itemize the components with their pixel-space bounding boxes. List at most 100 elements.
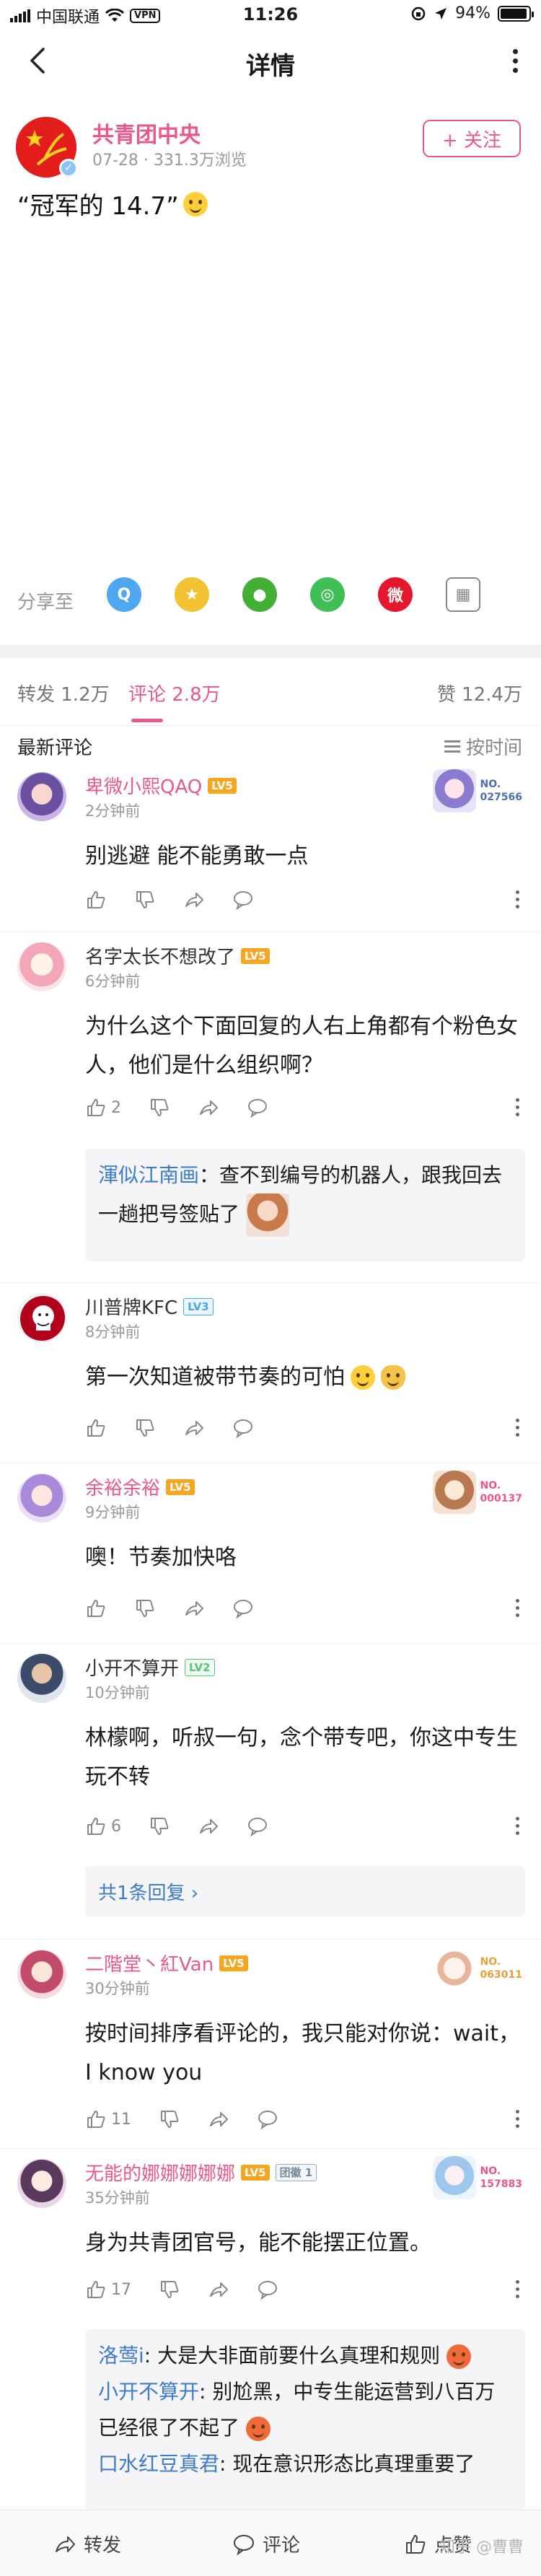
commenter-name: 余裕余裕: [85, 1478, 161, 1499]
moments-icon[interactable]: ◎: [310, 577, 345, 612]
post-author-name[interactable]: 共青团中央: [92, 117, 201, 149]
share-comment-button[interactable]: [183, 889, 205, 911]
follow-button[interactable]: + 关注: [423, 120, 521, 157]
like-button[interactable]: 17: [85, 2279, 131, 2300]
commenter-name-row[interactable]: 小开不算开 LV2: [85, 1654, 215, 1681]
share-comment-button[interactable]: [208, 2279, 229, 2300]
member-card-number: NO. 027566: [480, 779, 522, 803]
reply-author[interactable]: 口水红豆真君: [98, 2452, 219, 2476]
share-comment-button[interactable]: [198, 1815, 219, 1837]
reply-text: : 现在意识形态比真理重要了: [219, 2452, 475, 2476]
commenter-avatar[interactable]: [17, 2159, 66, 2208]
thumb-up-icon: [87, 1600, 105, 1617]
thumb-down-icon: [161, 2281, 179, 2298]
weibo-icon[interactable]: 微: [378, 577, 413, 612]
comment-text: 噢！节奏加快咯: [85, 1545, 237, 1570]
reply-button[interactable]: [247, 1097, 268, 1118]
location-icon: [435, 7, 447, 19]
level-badge: LV5: [241, 2164, 270, 2181]
comment-more-icon[interactable]: [516, 1599, 519, 1617]
reply-preview[interactable]: 洛莺i: 大是大非面前要什么真理和规则 小开不算开: 别尬黑，中专生能运营到八百…: [85, 2329, 525, 2510]
wechat-icon[interactable]: ●: [242, 577, 277, 612]
comment-more-icon[interactable]: [516, 890, 519, 908]
thumb-down-icon: [136, 1419, 154, 1437]
share-comment-button[interactable]: [183, 1417, 205, 1439]
like-button[interactable]: [85, 1417, 107, 1439]
commenter-avatar[interactable]: [17, 1654, 66, 1703]
reply-button[interactable]: [257, 2279, 278, 2300]
thumb-up-icon: [87, 891, 105, 908]
reply-button[interactable]: [257, 2108, 278, 2130]
reply-preview[interactable]: 渾似江南画：查不到编号的机器人，跟我回去一趟把号签贴了: [85, 1149, 525, 1261]
commenter-avatar[interactable]: [17, 1950, 66, 1999]
thumb-down-icon: [151, 1818, 169, 1835]
dislike-button[interactable]: [159, 2279, 180, 2300]
member-card[interactable]: NO. 063011: [433, 1945, 522, 1992]
member-card[interactable]: NO. 027566: [433, 768, 522, 814]
post-text-content: “冠军的 14.7”: [17, 192, 179, 221]
commenter-avatar[interactable]: [17, 942, 66, 991]
commenter-name-row[interactable]: 卑微小熙QAQ LV5: [85, 772, 237, 799]
comment-text: 林檬啊，听叔一句，念个带专吧，你这中专生玩不转: [85, 1725, 518, 1789]
dislike-button[interactable]: [159, 2108, 180, 2130]
qq-icon[interactable]: Q: [107, 577, 141, 612]
reply-author[interactable]: 洛莺i: [98, 2344, 144, 2367]
comment-button[interactable]: 评论: [232, 2531, 300, 2557]
commenter-name-row[interactable]: 余裕余裕 LV5: [85, 1473, 195, 1500]
level-badge: LV2: [185, 1658, 215, 1676]
reply-button[interactable]: [232, 1598, 254, 1619]
like-button[interactable]: [85, 1598, 107, 1619]
member-card[interactable]: NO. 000137: [433, 1469, 522, 1515]
comment-more-icon[interactable]: [516, 2280, 519, 2298]
comment-text: 别逃避 能不能勇敢一点: [85, 844, 309, 869]
commenter-name-row[interactable]: 名字太长不想改了 LV5: [85, 942, 270, 969]
thumb-up-icon: [406, 2534, 426, 2554]
image-share-icon[interactable]: ▦: [446, 577, 480, 612]
like-button[interactable]: 2: [85, 1097, 121, 1118]
commenter-avatar[interactable]: [17, 1473, 66, 1523]
tab-like[interactable]: 赞 12.4万: [437, 680, 522, 706]
share-comment-button[interactable]: [183, 1598, 205, 1619]
more-menu-icon[interactable]: [506, 45, 524, 76]
like-button[interactable]: 6: [85, 1815, 121, 1837]
reply-author[interactable]: 小开不算开: [98, 2380, 199, 2404]
dislike-button[interactable]: [134, 1598, 156, 1619]
like-button[interactable]: [85, 889, 107, 911]
nav-bar: 详情: [0, 35, 541, 87]
comment-bubble-icon: [234, 891, 252, 911]
commenter-name-row[interactable]: 二階堂丶紅Van LV5: [85, 1950, 248, 1976]
qzone-icon[interactable]: ★: [175, 577, 209, 612]
sort-by-time-button[interactable]: 按时间: [444, 733, 522, 760]
share-comment-button[interactable]: [208, 2108, 229, 2130]
commenter-avatar[interactable]: [17, 1293, 66, 1342]
comment-bubble-icon: [258, 2111, 277, 2130]
share-comment-button[interactable]: [198, 1097, 219, 1118]
comment-more-icon[interactable]: [516, 1817, 519, 1835]
commenter-name-row[interactable]: 川普牌KFC LV3: [85, 1293, 214, 1320]
tab-comment[interactable]: 评论 2.8万: [128, 680, 221, 706]
share-label: 分享至: [17, 592, 74, 613]
commenter-avatar[interactable]: [17, 772, 66, 821]
dislike-button[interactable]: [149, 1097, 170, 1118]
dislike-button[interactable]: [134, 1417, 156, 1439]
view-replies-link[interactable]: 共1条回复 ›: [85, 1866, 525, 1916]
reply-button[interactable]: [247, 1815, 268, 1837]
thumb-down-icon: [151, 1099, 169, 1116]
dislike-button[interactable]: [134, 889, 156, 911]
thumb-up-icon: [87, 1818, 105, 1835]
comment-more-icon[interactable]: [516, 1098, 519, 1116]
reply-author[interactable]: 渾似江南画: [98, 1163, 199, 1187]
comment-more-icon[interactable]: [516, 1419, 519, 1437]
member-card[interactable]: NO. 157883: [433, 2155, 522, 2201]
like-button[interactable]: 11: [85, 2108, 131, 2130]
commenter-name-row[interactable]: 无能的娜娜娜娜娜 LV5 团徽 1: [85, 2159, 317, 2186]
comment-more-icon[interactable]: [516, 2110, 519, 2128]
tab-repost[interactable]: 转发 1.2万: [17, 680, 110, 706]
comment-actions: [85, 1598, 281, 1619]
comment-bubble-icon: [258, 2281, 277, 2300]
reply-button[interactable]: [232, 1417, 254, 1439]
member-card-avatar: [433, 1471, 476, 1514]
reply-button[interactable]: [232, 889, 254, 911]
repost-button[interactable]: 转发: [53, 2531, 121, 2557]
dislike-button[interactable]: [149, 1815, 170, 1837]
